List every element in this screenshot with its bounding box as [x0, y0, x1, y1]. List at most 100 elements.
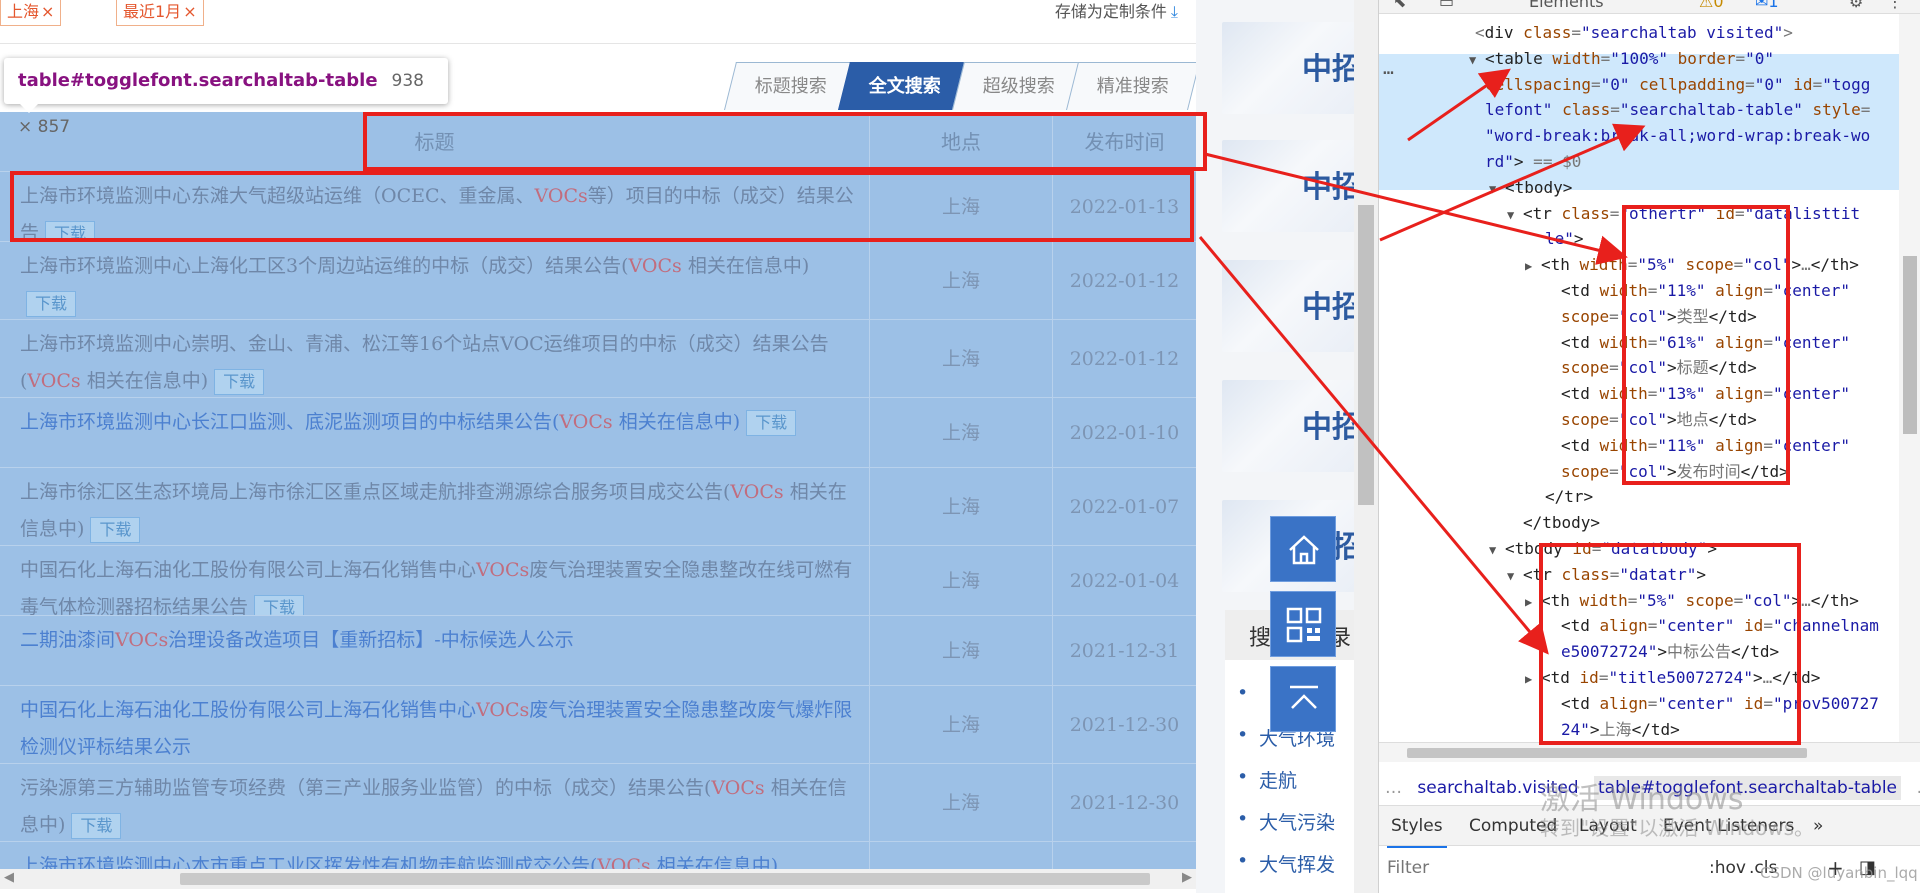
dom-node-line[interactable]: ▼ <tr class="othertr" id="datalisttit: [1507, 201, 1860, 228]
panel-item[interactable]: 走航: [1237, 766, 1297, 793]
expand-triangle-icon[interactable]: ▶: [1525, 254, 1541, 279]
download-button[interactable]: 下载: [90, 517, 141, 543]
dom-node-line[interactable]: 24">上海</td>: [1545, 717, 1680, 742]
table-row[interactable]: 污染源第三方辅助监管专项经费（第三产业服务业监管）的中标（成交）结果公告(VOC…: [0, 764, 1196, 842]
collapse-triangle-icon[interactable]: ▼: [1489, 177, 1505, 202]
download-button[interactable]: 下载: [746, 410, 797, 436]
scrollbar-thumb[interactable]: [180, 873, 1150, 885]
page-vertical-scrollbar[interactable]: [1354, 0, 1378, 893]
filter-chip-date-range[interactable]: 最近1月 ×: [116, 0, 204, 26]
table-row[interactable]: 二期油漆间VOCs治理设备改造项目【重新招标】-中标候选人公示 上海 2021-12…: [0, 616, 1196, 686]
tab-styles[interactable]: Styles: [1387, 806, 1447, 848]
expand-triangle-icon[interactable]: ▶: [1525, 667, 1541, 692]
dom-node-line[interactable]: ▼ <tbody id="datatbody">: [1489, 536, 1717, 563]
filter-chip-location[interactable]: 上海 ×: [0, 0, 62, 26]
dom-node-line[interactable]: ▼ <tr class="datatr">: [1507, 562, 1706, 589]
device-toggle-icon[interactable]: ▭: [1439, 0, 1454, 11]
dom-node-line[interactable]: <td width="61%" align="center": [1545, 330, 1850, 355]
dom-node-line[interactable]: ▶ <th width="5%" scope="col">…</th>: [1525, 252, 1859, 279]
dom-node-line[interactable]: <td align="center" id="prov500727: [1545, 691, 1879, 716]
table-row[interactable]: 上海市徐汇区生态环境局上海市徐汇区重点区域走航排查溯源综合服务项目成交公告(VO…: [0, 468, 1196, 546]
close-icon[interactable]: ×: [41, 2, 54, 21]
save-custom-filter-link[interactable]: 存储为定制条件 ⤓: [1055, 0, 1178, 22]
table-row[interactable]: 中国石化上海石油化工股份有限公司上海石化销售中心VOCs废气治理装置安全隐患整改…: [0, 546, 1196, 616]
dom-node-line[interactable]: cellspacing="0" cellpadding="0" id="togg: [1469, 72, 1870, 97]
more-options-icon[interactable]: ⋮: [1887, 0, 1903, 11]
dom-node-line[interactable]: <td width="11%" align="center": [1545, 433, 1850, 458]
scrollbar-thumb[interactable]: [1903, 256, 1917, 434]
result-title-link[interactable]: 中国石化上海石油化工股份有限公司上海石化销售中心VOCs废气治理装置安全隐患整改…: [0, 546, 870, 615]
tab-super-search[interactable]: 超级搜索: [952, 62, 1086, 110]
dom-node-line[interactable]: le">: [1529, 226, 1584, 251]
settings-gear-icon[interactable]: ⚙: [1849, 0, 1863, 11]
tab-elements[interactable]: Elements: [1529, 0, 1604, 11]
promo-banner[interactable]: 中招: [1222, 22, 1354, 114]
result-title-link[interactable]: 上海市徐汇区生态环境局上海市徐汇区重点区域走航排查溯源综合服务项目成交公告(VO…: [0, 468, 870, 545]
scroll-right-icon[interactable]: ▶: [1182, 870, 1192, 885]
tab-title-search[interactable]: 标题搜索: [724, 62, 858, 110]
tab-exact-search[interactable]: 精准搜索: [1066, 62, 1200, 110]
result-title-link[interactable]: 上海市环境监测中心崇明、金山、青浦、松江等16个站点VOC运维项目的中标（成交）…: [0, 320, 870, 397]
dom-node-line[interactable]: ▶ <th width="5%" scope="col">…</th>: [1525, 588, 1859, 615]
dom-node-line[interactable]: <div class="searchaltab visited">: [1459, 20, 1793, 45]
table-row[interactable]: 上海市环境监测中心东滩大气超级站运维（OCEC、重金属、VOCs等）项目的中标（…: [0, 172, 1196, 242]
result-title-link[interactable]: 中国石化上海石油化工股份有限公司上海石化销售中心VOCs废气治理装置安全隐患整改…: [0, 686, 870, 763]
messages-badge[interactable]: ✉1: [1755, 0, 1779, 11]
dom-node-line[interactable]: scope="col">类型</td>: [1545, 304, 1757, 329]
scroll-left-icon[interactable]: ◀: [4, 870, 14, 885]
download-button[interactable]: 下载: [254, 595, 305, 615]
dom-node-line[interactable]: </tr>: [1529, 484, 1593, 509]
scrollbar-thumb[interactable]: [1407, 748, 1807, 758]
result-title-link[interactable]: 污染源第三方辅助监管专项经费（第三产业服务业监管）的中标（成交）结果公告(VOC…: [0, 764, 870, 841]
home-button[interactable]: [1270, 516, 1336, 582]
expand-triangle-icon[interactable]: ▶: [1525, 590, 1541, 615]
dom-node-line[interactable]: ▼ <tbody>: [1489, 175, 1572, 202]
scrollbar-thumb[interactable]: [1358, 205, 1374, 505]
result-title-link[interactable]: 二期油漆间VOCs治理设备改造项目【重新招标】-中标候选人公示: [0, 616, 870, 685]
page-horizontal-scrollbar[interactable]: ◀ ▶: [0, 869, 1196, 889]
dom-node-line[interactable]: "word-break:break-all;word-wrap:break-wo: [1469, 123, 1870, 148]
dom-node-line[interactable]: rd"> == $0: [1469, 149, 1581, 174]
dom-node-line[interactable]: <td align="center" id="channelnam: [1545, 613, 1879, 638]
devtools-vertical-scrollbar[interactable]: [1899, 14, 1920, 742]
promo-banner[interactable]: 中招: [1222, 380, 1354, 472]
table-row[interactable]: 上海市环境监测中心上海化工区3个周边站运维的中标（成交）结果公告(VOCs 相关…: [0, 242, 1196, 320]
result-title-link[interactable]: 上海市环境监测中心长江口监测、底泥监测项目的中标结果公告(VOCs 相关在信息中…: [0, 398, 870, 467]
result-title-link[interactable]: 上海市环境监测中心本市重点工业区挥发性有机物走航监测成交公告(VOCs 相关在信…: [0, 842, 870, 869]
collapse-triangle-icon[interactable]: ▼: [1489, 538, 1505, 563]
download-button[interactable]: 下载: [71, 813, 122, 839]
table-row[interactable]: 上海市环境监测中心崇明、金山、青浦、松江等16个站点VOC运维项目的中标（成交）…: [0, 320, 1196, 398]
node-actions-icon[interactable]: …: [1383, 58, 1395, 79]
collapse-triangle-icon[interactable]: ▼: [1507, 203, 1523, 228]
dom-node-line[interactable]: ▶ <td id="title50072724">…</td>: [1525, 665, 1820, 692]
dom-node-line[interactable]: scope="col">发布时间</td>: [1545, 459, 1789, 484]
dom-node-line[interactable]: lefont" class="searchaltab-table" style=: [1469, 97, 1870, 122]
download-button[interactable]: 下载: [45, 221, 96, 241]
promo-banner[interactable]: 中招: [1222, 260, 1354, 352]
dom-node-line[interactable]: scope="col">标题</td>: [1545, 355, 1757, 380]
back-to-top-button[interactable]: [1270, 666, 1336, 732]
tab-fulltext-search[interactable]: 全文搜索: [838, 62, 972, 110]
close-icon[interactable]: ×: [183, 2, 196, 21]
warnings-badge[interactable]: ⚠0: [1699, 0, 1724, 11]
dom-node-line[interactable]: ▼ <table width="100%" border="0": [1469, 46, 1774, 73]
devtools-horizontal-scrollbar[interactable]: [1379, 742, 1920, 762]
dom-node-line[interactable]: <td width="11%" align="center": [1545, 278, 1850, 303]
collapse-triangle-icon[interactable]: ▼: [1507, 564, 1523, 589]
download-button[interactable]: 下载: [214, 369, 265, 395]
download-button[interactable]: 下载: [26, 291, 77, 317]
dom-node-line[interactable]: e50072724">中标公告</td>: [1545, 639, 1779, 664]
inspect-element-icon[interactable]: ⬉: [1393, 0, 1406, 11]
panel-item[interactable]: 大气污染: [1237, 808, 1335, 835]
table-row[interactable]: 中国石化上海石油化工股份有限公司上海石化销售中心VOCs废气治理装置安全隐患整改…: [0, 686, 1196, 764]
breadcrumb-ellipsis[interactable]: …: [1385, 778, 1402, 798]
table-row[interactable]: 上海市环境监测中心本市重点工业区挥发性有机物走航监测成交公告(VOCs 相关在信…: [0, 842, 1196, 869]
dom-node-line[interactable]: scope="col">地点</td>: [1545, 407, 1757, 432]
collapse-triangle-icon[interactable]: ▼: [1469, 48, 1485, 73]
hover-state-toggle[interactable]: :hov: [1709, 848, 1746, 888]
panel-item[interactable]: 大气挥发: [1237, 850, 1335, 877]
result-title-link[interactable]: 上海市环境监测中心上海化工区3个周边站运维的中标（成交）结果公告(VOCs 相关…: [0, 242, 870, 319]
styles-filter-input[interactable]: [1387, 856, 1687, 880]
result-title-link[interactable]: 上海市环境监测中心东滩大气超级站运维（OCEC、重金属、VOCs等）项目的中标（…: [0, 172, 870, 241]
dom-node-line[interactable]: <td width="13%" align="center": [1545, 381, 1850, 406]
